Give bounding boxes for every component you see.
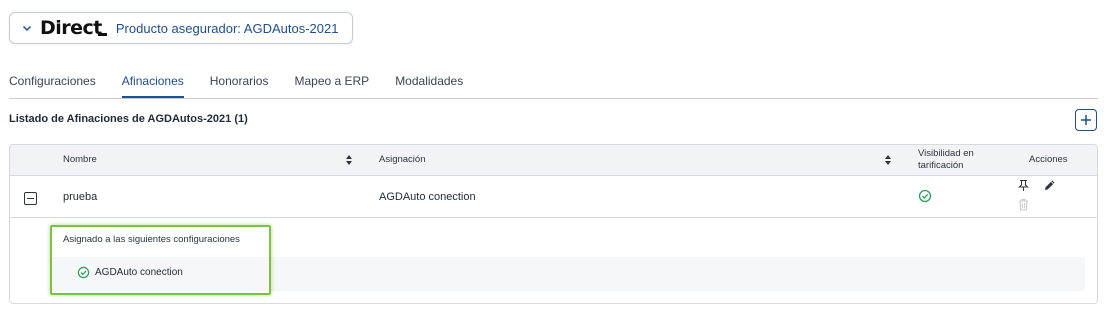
check-circle-icon (918, 189, 932, 203)
sort-icon[interactable] (884, 154, 892, 166)
tab-mapeo-erp[interactable]: Mapeo a ERP (294, 72, 369, 99)
tab-afinaciones[interactable]: Afinaciones (121, 72, 184, 99)
header-nombre: Nombre (63, 154, 97, 165)
trash-icon[interactable] (1017, 198, 1030, 211)
pin-icon[interactable] (1017, 179, 1030, 192)
highlight-box (50, 225, 271, 295)
header-visibilidad-line1: Visibilidad en (918, 148, 974, 159)
cell-asignacion: AGDAuto conection (379, 191, 476, 203)
product-selector[interactable]: Direct Producto asegurador: AGDAutos-202… (9, 12, 353, 44)
tab-configuraciones[interactable]: Configuraciones (9, 72, 96, 99)
minus-square-icon[interactable] (24, 192, 37, 205)
direct-logo: Direct (40, 17, 107, 39)
table-row[interactable]: prueba AGDAuto conection (10, 176, 1097, 218)
pencil-icon[interactable] (1043, 179, 1056, 192)
list-title: Listado de Afinaciones de AGDAutos-2021 … (9, 113, 248, 125)
tab-modalidades[interactable]: Modalidades (395, 72, 463, 99)
chevron-down-icon[interactable] (20, 21, 34, 35)
header-visibilidad: Visibilidad en tarificación (918, 148, 974, 172)
tabs-bar: Configuraciones Afinaciones Honorarios M… (9, 72, 489, 99)
tabs-divider (9, 98, 1098, 99)
sort-icon[interactable] (345, 154, 353, 166)
header-asignacion: Asignación (379, 154, 426, 165)
header-visibilidad-line2: tarificación (918, 160, 964, 171)
table-header: Nombre Asignación Visibilidad en tarific… (10, 145, 1097, 176)
header-acciones: Acciones (1029, 154, 1068, 165)
cell-nombre: prueba (63, 191, 98, 203)
plus-icon (1081, 115, 1091, 125)
add-button[interactable] (1075, 109, 1097, 131)
tab-honorarios[interactable]: Honorarios (210, 72, 269, 99)
product-label: Producto asegurador: AGDAutos-2021 (115, 20, 339, 36)
